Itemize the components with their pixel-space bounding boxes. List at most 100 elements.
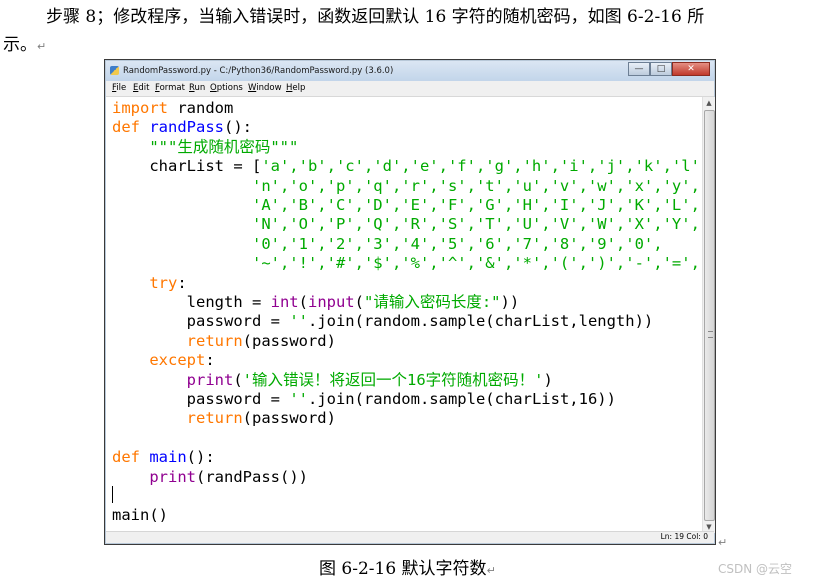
minimize-button[interactable]: — xyxy=(628,62,650,76)
code-line: def main(): xyxy=(112,448,215,467)
python-file-icon xyxy=(110,66,119,75)
code-line: password = ''.join(random.sample(charLis… xyxy=(112,312,654,331)
code-token: random xyxy=(168,99,234,117)
code-token: print xyxy=(186,370,234,389)
code-line: print('输入错误！将返回一个16字符随机密码！') xyxy=(112,371,553,390)
code-token: charList = [ xyxy=(112,157,262,176)
code-token: import xyxy=(112,99,168,117)
text-cursor xyxy=(112,486,113,503)
code-token: (): xyxy=(186,448,215,467)
scroll-up-icon[interactable]: ▲ xyxy=(703,97,715,109)
window-title: RandomPassword.py - C:/Python36/RandomPa… xyxy=(123,66,394,76)
menu-help[interactable]: Help xyxy=(286,83,305,93)
menu-format[interactable]: Format xyxy=(155,83,185,93)
code-line: charList = ['a','b','c','d','e','f','g',… xyxy=(112,157,700,176)
code-token: ( xyxy=(354,293,364,311)
menu-window[interactable]: Window xyxy=(248,83,282,93)
menu-options[interactable]: Options xyxy=(210,83,243,93)
code-line: try: xyxy=(112,273,187,293)
caption-text: 图 6-2-16 默认字符数 xyxy=(319,559,487,579)
code-line: password = ''.join(random.sample(charLis… xyxy=(112,390,616,409)
code-token: 'n','o','p','q','r','s','t','u','v','w',… xyxy=(251,176,700,195)
code-token: '' xyxy=(289,312,308,331)
code-token: )) xyxy=(500,293,520,311)
code-token: ( xyxy=(233,370,243,389)
code-token: 'a','b','c','d','e','f','g','h','i','j',… xyxy=(261,157,700,176)
vertical-scrollbar[interactable]: ▲ ▼ xyxy=(702,97,715,533)
code-token: (): xyxy=(224,118,252,137)
code-line: print(randPass()) xyxy=(112,468,308,487)
code-token: password = xyxy=(112,312,290,331)
code-token: """生成随机密码""" xyxy=(149,137,299,156)
menu-bar: File Edit Format Run Options Window Help xyxy=(106,81,714,97)
code-line: 'n','o','p','q','r','s','t','u','v','w',… xyxy=(112,177,700,196)
code-token: except xyxy=(149,351,206,370)
code-line: 'N','O','P','Q','R','S','T','U','V','W',… xyxy=(112,215,700,234)
code-line: 'A','B','C','D','E','F','G','H','I','J',… xyxy=(112,196,700,215)
code-token: ( xyxy=(298,293,308,311)
code-token: : xyxy=(177,273,187,292)
figure-caption: 图 6-2-16 默认字符数↵ xyxy=(319,554,496,579)
code-token: .join(random.sample(charList,16)) xyxy=(307,390,616,408)
code-token: main() xyxy=(112,506,168,525)
menu-edit[interactable]: Edit xyxy=(133,83,149,93)
paragraph-line-2: 示。 xyxy=(3,35,37,55)
cursor-position: Ln: 19 Col: 0 xyxy=(660,532,708,541)
code-line: '0','1','2','3','4','5','6','7','8','9',… xyxy=(112,235,663,254)
code-token: .join(random.sample(charList,length)) xyxy=(307,312,654,331)
code-token: '~','!','#','$','%','^','&','*','(',')',… xyxy=(251,254,700,273)
code-token: (randPass()) xyxy=(196,467,308,486)
code-token: (password) xyxy=(242,331,336,350)
code-token: 'A','B','C','D','E','F','G','H','I','J',… xyxy=(251,196,700,214)
code-token: try xyxy=(149,273,178,292)
window-controls: — □ ✕ xyxy=(628,62,710,76)
code-token: return xyxy=(186,409,243,428)
maximize-button[interactable]: □ xyxy=(650,62,672,76)
code-token: input xyxy=(307,293,355,311)
code-token: def xyxy=(112,118,140,137)
code-token: main xyxy=(149,448,187,467)
code-token: length = xyxy=(112,293,271,311)
code-token: '0','1','2','3','4','5','6','7','8','9',… xyxy=(251,234,663,253)
scroll-thumb[interactable] xyxy=(704,110,715,521)
code-line: main() xyxy=(112,506,168,525)
title-bar[interactable]: RandomPassword.py - C:/Python36/RandomPa… xyxy=(106,61,714,81)
menu-run[interactable]: Run xyxy=(189,83,205,93)
code-token: 'N','O','P','Q','R','S','T','U','V','W',… xyxy=(251,215,700,234)
code-token: print xyxy=(149,467,196,486)
paragraph-mark-2: ↵ xyxy=(718,536,728,549)
code-token: randPass xyxy=(149,118,224,137)
code-token: password = xyxy=(112,390,290,408)
grip-icon xyxy=(708,331,713,338)
code-token: return xyxy=(186,331,243,350)
code-token: : xyxy=(205,351,215,370)
code-line: """生成随机密码""" xyxy=(112,138,298,157)
close-button[interactable]: ✕ xyxy=(672,62,710,76)
watermark: CSDN @云空 xyxy=(718,562,793,576)
code-line: except: xyxy=(112,351,215,370)
status-bar: Ln: 19 Col: 0 xyxy=(106,531,714,543)
code-line: '~','!','#','$','%','^','&','*','(',')',… xyxy=(112,254,700,273)
code-line: length = int(input("请输入密码长度:")) xyxy=(112,293,520,312)
code-token: (password) xyxy=(242,409,336,428)
code-editor[interactable]: import random def randPass(): """生成随机密码""… xyxy=(107,97,700,533)
code-token: '输入错误！将返回一个16字符随机密码！' xyxy=(242,370,544,389)
paragraph-line-1: 步骤 8；修改程序，当输入错误时，函数返回默认 16 字符的随机密码，如图 6-… xyxy=(46,7,705,27)
idle-editor-window: RandomPassword.py - C:/Python36/RandomPa… xyxy=(104,59,716,545)
menu-file[interactable]: File xyxy=(112,83,126,93)
code-line: def randPass(): xyxy=(112,118,252,137)
code-line: return(password) xyxy=(112,409,336,428)
code-token: ) xyxy=(543,370,553,389)
caption-paragraph-mark: ↵ xyxy=(486,564,496,577)
